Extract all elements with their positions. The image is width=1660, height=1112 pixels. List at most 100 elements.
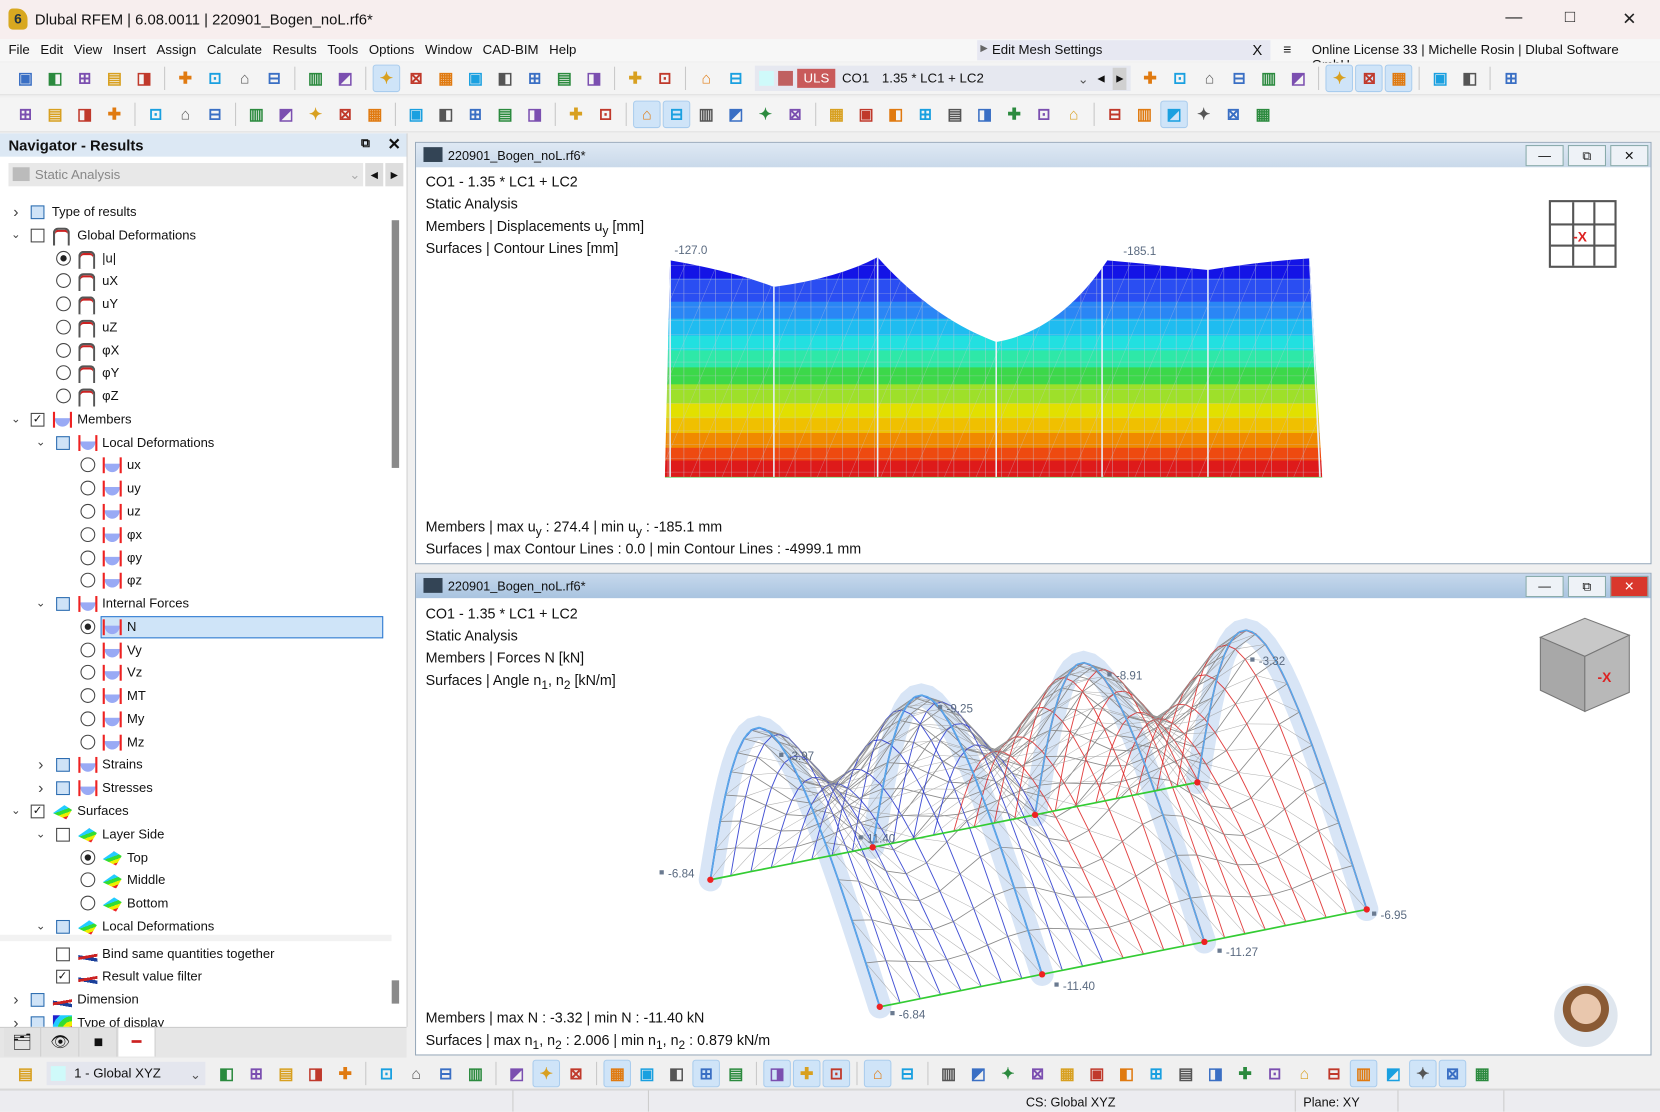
node-snap-icon[interactable]: ▥ (1132, 102, 1157, 127)
result-eye-icon[interactable]: ⊡ (1167, 66, 1192, 91)
solids-results-icon[interactable]: ✦ (753, 102, 778, 127)
tree-item[interactable]: My (0, 708, 383, 730)
menu-edit[interactable]: Edit (35, 39, 68, 61)
tree-item[interactable]: › Stresses (0, 777, 383, 799)
tree-item[interactable]: ✓ Result value filter (0, 966, 383, 988)
tree-checkbox[interactable]: ✓ (30, 412, 45, 427)
minimize-button[interactable]: — (1498, 8, 1530, 29)
grid-table-icon[interactable]: ⊠ (403, 66, 428, 91)
deformation-icon[interactable]: ⊟ (662, 100, 691, 129)
line-display-1-icon[interactable]: ▣ (853, 102, 878, 127)
view-side-icon[interactable]: ▤ (273, 1061, 298, 1086)
tree-checkbox[interactable] (30, 205, 45, 220)
new-surface-icon[interactable]: ▥ (243, 102, 268, 127)
snap-grid-icon[interactable]: ◨ (763, 1059, 791, 1088)
coordinate-system-icon[interactable]: ▦ (1250, 102, 1275, 127)
chevron-down-icon[interactable]: ⌄ (33, 593, 48, 615)
result-diagram-icon[interactable]: ⊠ (1355, 64, 1384, 93)
views-tab-icon[interactable]: ■ (80, 1027, 118, 1057)
undo-icon[interactable]: ▥ (303, 66, 328, 91)
mesh-results-icon[interactable]: ✦ (1325, 64, 1354, 93)
light-icon[interactable]: ⊡ (1031, 102, 1056, 127)
mesh-grid-icon[interactable]: ⊟ (1102, 102, 1127, 127)
new-section-icon[interactable]: ⊠ (332, 102, 357, 127)
line-support-icon[interactable]: ⌂ (173, 102, 198, 127)
node-numbering-icon[interactable]: ▦ (603, 1059, 631, 1088)
tree-radio[interactable] (80, 526, 96, 542)
chevron-right-icon[interactable]: › (33, 754, 48, 776)
table-icon[interactable]: ✦ (372, 64, 401, 93)
arc-icon[interactable]: ◧ (664, 1061, 689, 1086)
snap-box-icon[interactable]: ✦ (995, 1061, 1020, 1086)
work-plane-icon[interactable]: ▥ (1349, 1059, 1378, 1088)
tree-item[interactable]: φX (0, 339, 383, 361)
snap-arc-icon[interactable]: ◩ (966, 1061, 991, 1086)
chevron-down-icon[interactable]: ⌄ (33, 432, 48, 454)
perp-icon[interactable]: ⌂ (1292, 1061, 1317, 1086)
load-combination-select[interactable]: ULS CO1 1.35 * LC1 + LC2 ⌄ ◀ ▶ (754, 65, 1132, 92)
dlubal-center-icon[interactable]: ⊞ (72, 66, 97, 91)
tree-item[interactable]: uZ (0, 316, 383, 338)
filter-off-icon[interactable]: ✚ (1137, 66, 1162, 91)
tree-checkbox[interactable] (30, 228, 45, 243)
list-icon[interactable]: ▤ (552, 66, 577, 91)
tree-radio[interactable] (80, 849, 96, 865)
tree-item[interactable]: ⌄ Internal Forces (0, 593, 383, 615)
load-icon[interactable]: ▣ (403, 102, 428, 127)
tree-radio[interactable] (80, 711, 96, 727)
menu-view[interactable]: View (68, 39, 107, 61)
reactions-icon[interactable]: ⊠ (782, 102, 807, 127)
new-block-icon[interactable]: ▦ (362, 102, 387, 127)
tree-radio[interactable] (80, 665, 96, 681)
printout-report-icon[interactable]: ⊟ (261, 66, 286, 91)
tree-radio[interactable] (80, 642, 96, 658)
tree-radio[interactable] (80, 503, 96, 519)
chevron-right-icon[interactable]: › (8, 989, 23, 1011)
chevron-down-icon[interactable]: ⌄ (8, 224, 23, 246)
tree-checkbox[interactable] (55, 435, 70, 450)
menu-calculate[interactable]: Calculate (202, 39, 268, 61)
tree-item[interactable]: ⌄ ✓ Surfaces (0, 800, 383, 822)
view-bottom-icon[interactable]: ✚ (332, 1061, 357, 1086)
tree-item[interactable]: uy (0, 478, 383, 500)
result-diagram-icon[interactable]: ⌂ (633, 100, 661, 129)
chevron-right-icon[interactable]: › (8, 1012, 23, 1027)
tree-item[interactable]: uX (0, 270, 383, 292)
new-polyline-icon[interactable]: ✚ (102, 102, 127, 127)
tree-radio[interactable] (80, 457, 96, 473)
tree-scrollbar-thumb[interactable] (391, 220, 400, 468)
tree-radio[interactable] (80, 550, 96, 565)
tree-item[interactable]: ⌄ Local Deformations (0, 432, 383, 454)
close-panel-icon[interactable]: ✕ (387, 134, 400, 154)
menu-tools[interactable]: Tools (322, 39, 363, 61)
tree-radio[interactable] (55, 388, 71, 404)
menu-cad-bim[interactable]: CAD-BIM (477, 39, 543, 61)
maximize-button[interactable]: □ (1554, 8, 1586, 29)
tree-radio[interactable] (80, 734, 96, 750)
nodal-support-icon[interactable]: ⊡ (143, 102, 168, 127)
tree-checkbox[interactable] (30, 993, 45, 1007)
assistant-avatar[interactable] (1554, 983, 1618, 1048)
intersect-icon[interactable]: ✚ (1232, 1061, 1257, 1086)
plane-blue-icon[interactable]: ✦ (1191, 102, 1216, 127)
edit-value-icon[interactable]: ⊡ (652, 66, 677, 91)
snap-square-icon[interactable]: ▦ (1054, 1061, 1079, 1086)
new-opening-icon[interactable]: ✦ (303, 102, 328, 127)
chevron-down-icon[interactable]: ⌄ (8, 800, 23, 822)
new-member-icon[interactable]: ◨ (72, 102, 97, 127)
options-scrollbar-thumb[interactable] (391, 980, 400, 1004)
webservice-icon[interactable]: ▤ (102, 66, 127, 91)
parallel2-icon[interactable]: ⊞ (1143, 1061, 1168, 1086)
member-display-icon[interactable]: ◩ (1286, 66, 1311, 91)
result-lines-icon[interactable]: ▦ (824, 102, 849, 127)
snap-mid-icon[interactable]: ⌂ (863, 1059, 892, 1088)
imperfection-icon[interactable]: ✚ (563, 102, 588, 127)
new-model-icon[interactable]: ▣ (13, 66, 38, 91)
tree-radio[interactable] (80, 688, 96, 704)
tree-radio[interactable] (55, 250, 71, 266)
menu-options[interactable]: Options (364, 39, 420, 61)
dimension-icon[interactable]: ⊡ (374, 1061, 399, 1086)
settings-icon[interactable]: ▣ (1427, 66, 1452, 91)
tree-item[interactable]: Bottom (0, 893, 383, 915)
float-panel-icon[interactable]: ⧉ (361, 136, 370, 152)
